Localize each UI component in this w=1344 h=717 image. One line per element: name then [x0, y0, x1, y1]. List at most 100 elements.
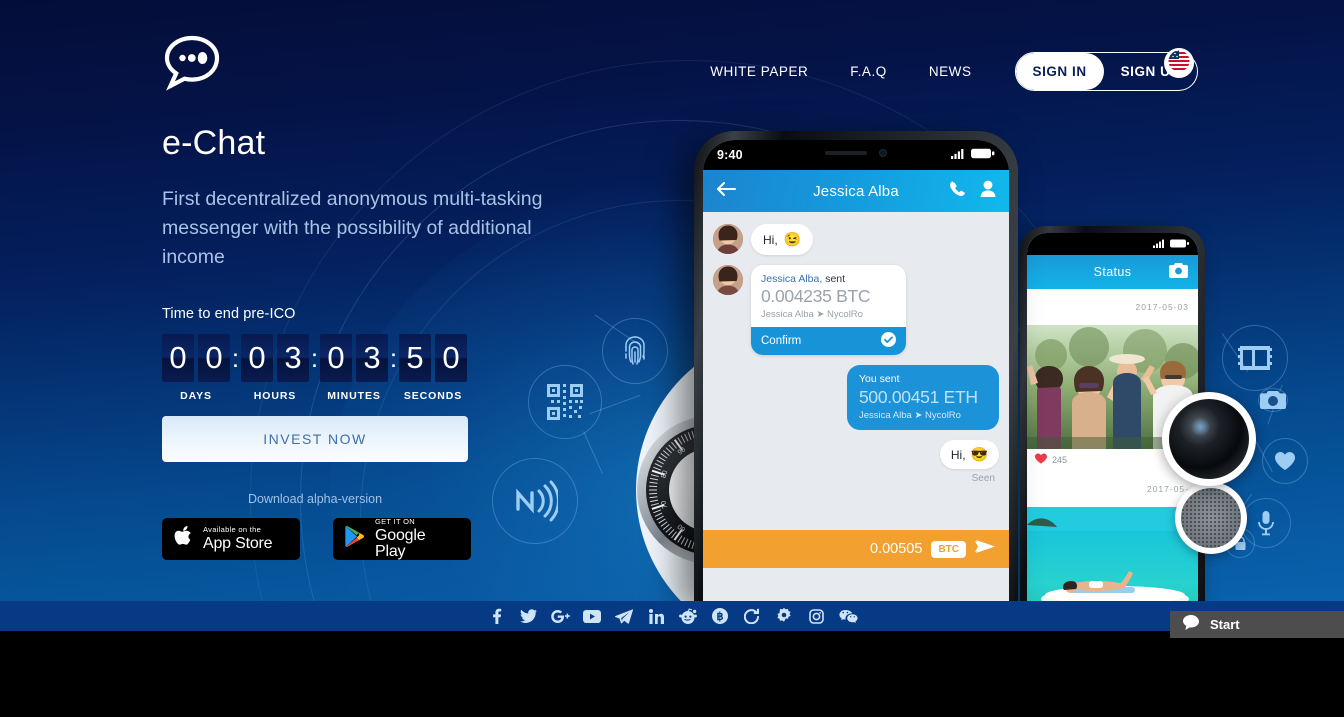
person-icon[interactable] [980, 180, 996, 202]
transaction-amount-value: 0.004235 [761, 286, 832, 306]
status-photo-beach [1027, 507, 1198, 601]
slack-icon[interactable] [768, 601, 800, 631]
send-arrow-icon[interactable] [975, 539, 996, 559]
store-badges: Available on the App Store GET IT ON Goo… [162, 518, 592, 560]
invest-now-button[interactable]: INVEST NOW [162, 416, 468, 462]
grille-surface [1181, 488, 1241, 548]
film-icon [1238, 344, 1272, 372]
seen-label: Seen [971, 473, 995, 484]
confirm-button[interactable]: Confirm [751, 327, 906, 355]
app-store-text: Available on the App Store [203, 526, 273, 552]
avatar [713, 265, 743, 295]
check-circle-icon [881, 332, 896, 350]
outgoing-currency: ETH [943, 387, 978, 407]
google-play-badge[interactable]: GET IT ON Google Play [333, 518, 471, 560]
wechat-icon[interactable] [832, 601, 864, 631]
svg-text:฿: ฿ [717, 611, 724, 623]
chat-header-actions [949, 180, 996, 202]
chat-widget[interactable]: Start [1170, 611, 1344, 638]
countdown-unit-minutes: MINUTES [327, 390, 381, 402]
instagram-icon[interactable] [800, 601, 832, 631]
steemit-icon[interactable] [736, 601, 768, 631]
confirm-label: Confirm [761, 335, 802, 347]
linkedin-icon[interactable] [640, 601, 672, 631]
emoji-sunglasses: 😎 [970, 446, 988, 462]
outgoing-amount-value: 500.00451 [859, 387, 940, 407]
phone-chat-screen: 9:40 Jessica Alba Hi, 😉 Jessica Alba, se… [703, 140, 1009, 601]
logo[interactable] [162, 32, 222, 92]
status-indicators [951, 146, 995, 164]
countdown-separator: : [231, 342, 240, 373]
nav-link-white-paper[interactable]: WHITE PAPER [689, 64, 829, 79]
earpiece-speaker [825, 150, 867, 155]
chat-messages: Hi, 😉 Jessica Alba, sent 0.004235 BTC Je… [703, 212, 1009, 568]
apple-icon [174, 525, 194, 554]
countdown-digit: 0 [198, 334, 230, 382]
countdown-digit: 0 [241, 334, 273, 382]
google-play-icon [345, 525, 366, 553]
sign-in-button[interactable]: SIGN IN [1015, 53, 1104, 90]
countdown-digit: 5 [399, 334, 431, 382]
twitter-icon[interactable] [512, 601, 544, 631]
feature-circle-heart [1262, 438, 1308, 484]
download-label: Download alpha-version [247, 492, 383, 506]
feature-circle-fingerprint [602, 318, 668, 384]
grille-dots [1181, 488, 1241, 548]
feature-circle-camera [1258, 388, 1288, 412]
site-header: WHITE PAPER F.A.Q NEWS SIGN IN SIGN UP [0, 0, 1344, 128]
app-store-badge[interactable]: Available on the App Store [162, 518, 300, 560]
chat-widget-label: Start [1210, 617, 1240, 632]
phone-icon[interactable] [949, 180, 966, 202]
chat-header: Jessica Alba [703, 170, 1009, 212]
heart-icon[interactable] [1035, 451, 1047, 469]
bitcointalk-icon[interactable]: ฿ [704, 601, 736, 631]
countdown-unit-hours: HOURS [253, 390, 297, 402]
dial-number: 80 [660, 470, 670, 480]
message-transaction: Jessica Alba, sent 0.004235 BTC Jessica … [713, 265, 999, 355]
lens-glass [1169, 399, 1249, 479]
feature-circle-film [1222, 325, 1288, 391]
countdown-label: Time to end pre-ICO [162, 306, 296, 322]
nav-link-news[interactable]: NEWS [908, 64, 993, 79]
reddit-icon[interactable] [672, 601, 704, 631]
chat-bubble-logo-icon [162, 35, 222, 96]
avatar [713, 224, 743, 254]
dial-number: 70 [660, 499, 670, 509]
telegram-icon[interactable] [608, 601, 640, 631]
countdown-digits: 0 3 [320, 334, 388, 382]
fingerprint-icon [619, 334, 651, 368]
currency-selector[interactable]: BTC [931, 540, 966, 558]
social-bar: ฿ [0, 601, 1344, 631]
battery-icon [1170, 235, 1190, 253]
countdown-digit: 3 [356, 334, 388, 382]
countdown-group-minutes: 0 3 MINUTES [320, 334, 388, 402]
emoji-wink: 😉 [783, 231, 802, 247]
hero-copy: e-Chat First decentralized anonymous mul… [162, 124, 592, 560]
status-header: Status [1027, 255, 1198, 289]
signal-icon [951, 146, 966, 164]
language-selector[interactable] [1164, 48, 1194, 78]
countdown-digits: 0 3 [241, 334, 309, 382]
transaction-currency: BTC [836, 286, 871, 306]
nav-link-faq[interactable]: F.A.Q [829, 64, 908, 79]
transaction-action: sent [825, 273, 846, 285]
outgoing-amount: 500.00451 ETH [859, 387, 987, 408]
youtube-icon[interactable] [576, 601, 608, 631]
status-bar [1027, 233, 1198, 255]
page-title: e-Chat [162, 124, 266, 162]
battery-icon [971, 146, 995, 164]
message-text: Hi, [950, 447, 966, 462]
camera-icon[interactable] [1169, 263, 1188, 283]
back-arrow-icon[interactable] [716, 181, 736, 202]
countdown-digits: 5 0 [399, 334, 467, 382]
us-flag-icon [1166, 48, 1192, 78]
facebook-icon[interactable] [480, 601, 512, 631]
message-incoming-right: Hi, 😎 [713, 440, 999, 469]
phone-chat: 9:40 Jessica Alba Hi, 😉 Jessica Alba, se… [694, 131, 1018, 601]
camera-lens-graphic [1162, 392, 1256, 486]
google-plus-icon[interactable] [544, 601, 576, 631]
page-background-below [0, 631, 1344, 717]
countdown-digit: 0 [320, 334, 352, 382]
outgoing-route: Jessica Alba ➤ NycolRo [859, 410, 961, 421]
outgoing-label: You sent [859, 373, 900, 385]
